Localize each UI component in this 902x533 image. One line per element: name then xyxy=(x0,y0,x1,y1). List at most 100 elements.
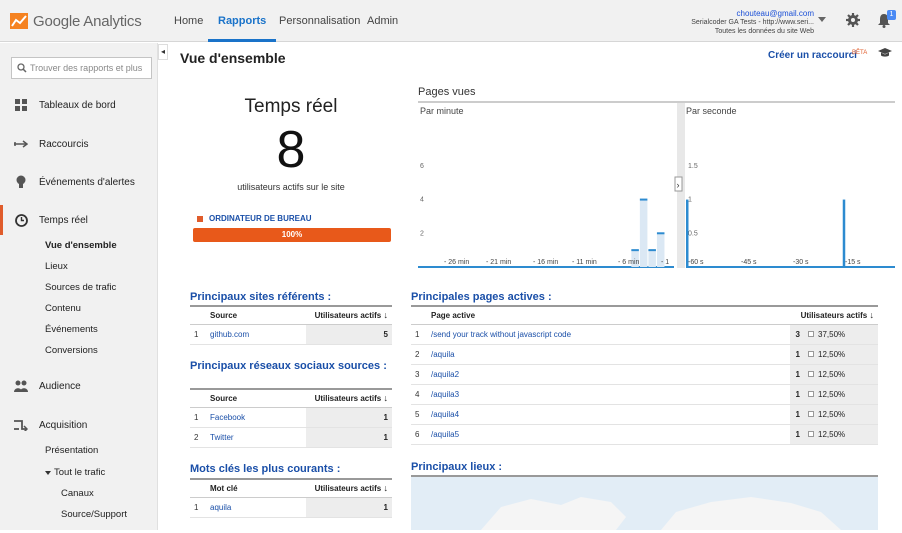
row-page[interactable]: /aquila3 xyxy=(427,384,790,405)
keywords-table: Mot clé Utilisateurs actifs ↓ 1 aquila 1 xyxy=(190,478,392,518)
sidebar-item-realtime[interactable]: Temps réel xyxy=(14,213,88,227)
page-title: Vue d'ensemble xyxy=(180,50,286,66)
sidebar-sub-traffic-sources[interactable]: Sources de trafic xyxy=(45,282,116,293)
row-percent: 12,50% xyxy=(804,424,878,445)
create-shortcut-link[interactable]: Créer un raccourci xyxy=(768,50,857,61)
sidebar-sub-label: Tout le trafic xyxy=(54,467,106,478)
table-row: 6/aquila5 1 12,50% xyxy=(411,424,878,445)
device-progress-bar: 100% xyxy=(193,228,391,242)
row-percent-value: 12,50% xyxy=(818,369,846,379)
clock-icon xyxy=(14,213,28,227)
row-users: 1 xyxy=(306,407,392,428)
search-placeholder: Trouver des rapports et plus xyxy=(30,63,143,73)
table-row: 1 github.com 5 xyxy=(190,324,392,345)
row-source[interactable]: Facebook xyxy=(206,407,306,428)
chart-bar xyxy=(686,199,689,267)
sidebar-item-shortcuts[interactable]: Raccourcis xyxy=(14,137,88,151)
sidebar-sub-events[interactable]: Événements xyxy=(45,324,98,335)
pageviews-title: Pages vues xyxy=(418,86,476,98)
sidebar-sub-presentation[interactable]: Présentation xyxy=(45,445,98,456)
row-source-link[interactable]: Twitter xyxy=(210,433,234,442)
nav-admin[interactable]: Admin xyxy=(367,0,398,42)
nav-customization[interactable]: Personnalisation xyxy=(279,0,360,42)
sidebar-sub-conversions[interactable]: Conversions xyxy=(45,345,98,356)
row-source-link[interactable]: github.com xyxy=(210,330,249,339)
y-tick-label: 0.5 xyxy=(688,230,698,237)
chevron-down-icon[interactable] xyxy=(818,17,826,22)
row-page[interactable]: /aquila4 xyxy=(427,404,790,425)
keywords-title: Mots clés les plus courants : xyxy=(190,463,341,475)
row-percent-value: 12,50% xyxy=(818,349,846,359)
row-page[interactable]: /send your track without javascript code xyxy=(427,324,790,345)
row-percent-value: 37,50% xyxy=(818,329,846,339)
percent-checkbox-icon xyxy=(808,331,814,338)
graduation-cap-icon[interactable] xyxy=(878,48,892,58)
row-page-link[interactable]: /aquila4 xyxy=(431,410,459,419)
row-source[interactable]: github.com xyxy=(206,324,306,345)
social-title: Principaux réseaux sociaux sources : xyxy=(190,360,387,372)
row-percent-value: 12,50% xyxy=(818,409,846,419)
row-source[interactable]: Twitter xyxy=(206,427,306,448)
table-row: 1 aquila 1 xyxy=(190,497,392,518)
sidebar: Trouver des rapports et plus Tableaux de… xyxy=(0,43,158,530)
col-users-label: Utilisateurs actifs xyxy=(314,311,382,321)
sidebar-sub-overview[interactable]: Vue d'ensemble xyxy=(45,240,117,251)
device-color-swatch xyxy=(197,215,203,222)
row-page[interactable]: /aquila2 xyxy=(427,364,790,385)
row-source-link[interactable]: Facebook xyxy=(210,413,245,422)
locations-title: Principaux lieux : xyxy=(411,461,503,473)
row-page-link[interactable]: /aquila xyxy=(431,350,455,359)
search-input[interactable]: Trouver des rapports et plus xyxy=(11,57,152,79)
sidebar-sub-locations[interactable]: Lieux xyxy=(45,261,68,272)
pageviews-chart-svg: › 2 4 6 - 26 min - 21 min - 16 min - 11 min - 6 … xyxy=(418,103,895,268)
row-percent: 12,50% xyxy=(804,364,878,385)
col-active-users[interactable]: Utilisateurs actifs ↓ xyxy=(306,305,392,325)
sidebar-sub-channels[interactable]: Canaux xyxy=(61,488,94,499)
google-analytics-logo[interactable]: Google Analytics xyxy=(10,11,142,31)
row-page-link[interactable]: /aquila2 xyxy=(431,370,459,379)
sidebar-sub-source-medium[interactable]: Source/Support xyxy=(61,509,127,520)
people-icon xyxy=(14,379,28,393)
world-map[interactable] xyxy=(411,475,878,530)
row-percent: 12,50% xyxy=(804,404,878,425)
row-users: 1 xyxy=(790,384,804,405)
row-percent: 12,50% xyxy=(804,384,878,405)
account-email: chouteau@gmail.com xyxy=(736,9,815,18)
caret-down-icon xyxy=(45,470,51,475)
x-tick-label: - 11 min xyxy=(572,259,597,266)
sidebar-item-intelligence-events[interactable]: Événements d'alertes xyxy=(14,175,135,189)
row-keyword[interactable]: aquila xyxy=(206,497,306,518)
table-row: 1/send your track without javascript cod… xyxy=(411,324,878,345)
row-page[interactable]: /aquila5 xyxy=(427,424,790,445)
nav-reports[interactable]: Rapports xyxy=(207,0,277,42)
nav-home[interactable]: Home xyxy=(174,0,203,42)
sidebar-item-acquisition[interactable]: Acquisition xyxy=(14,418,87,432)
col-active-users[interactable]: Utilisateurs actifs ↓ xyxy=(790,305,878,325)
sidebar-sub-all-traffic[interactable]: Tout le trafic xyxy=(45,467,105,478)
row-keyword-link[interactable]: aquila xyxy=(210,503,231,512)
x-tick-label: -45 s xyxy=(741,259,757,266)
row-page[interactable]: /aquila xyxy=(427,344,790,365)
sidebar-sub-content[interactable]: Contenu xyxy=(45,303,81,314)
col-active-users[interactable]: Utilisateurs actifs ↓ xyxy=(306,478,392,498)
account-selector[interactable]: chouteau@gmail.com Serialcoder GA Tests … xyxy=(691,9,814,36)
active-users-count: 8 xyxy=(276,121,306,179)
row-page-link[interactable]: /aquila5 xyxy=(431,430,459,439)
collapse-sidebar-button[interactable]: ◂ xyxy=(158,44,168,60)
active-section-marker xyxy=(0,205,3,235)
account-view: Toutes les données du site Web xyxy=(714,28,814,35)
device-percent: 100% xyxy=(281,230,303,239)
col-users-label: Utilisateurs actifs xyxy=(314,484,382,494)
col-active-users[interactable]: Utilisateurs actifs ↓ xyxy=(306,388,392,408)
sidebar-item-dashboards[interactable]: Tableaux de bord xyxy=(14,98,116,112)
x-tick-label: -60 s xyxy=(688,259,704,266)
row-users: 5 xyxy=(306,324,392,345)
sidebar-item-audience[interactable]: Audience xyxy=(14,379,81,393)
acquisition-arrows-icon xyxy=(14,418,28,432)
social-table: Source Utilisateurs actifs ↓ 1 Facebook … xyxy=(190,388,392,448)
chart-bar xyxy=(842,199,846,267)
row-page-link[interactable]: /aquila3 xyxy=(431,390,459,399)
row-page-link[interactable]: /send your track without javascript code xyxy=(431,330,571,339)
gear-icon[interactable] xyxy=(846,13,860,27)
y-tick-label: 1.5 xyxy=(688,163,698,170)
